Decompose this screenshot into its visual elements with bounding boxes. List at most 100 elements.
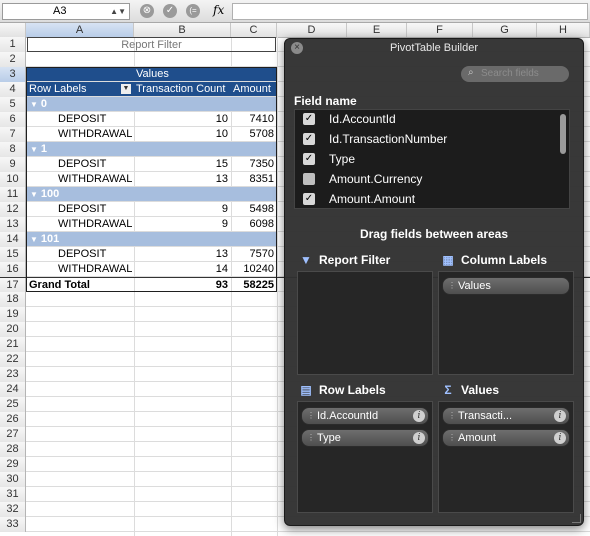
field-search-input[interactable]: ⌕ Search fields (461, 66, 569, 82)
field-item[interactable]: ✓ Id.AccountId (295, 110, 553, 130)
field-list[interactable]: ✓ Id.AccountId ✓ Id.TransactionNumber ✓ Type A… (294, 109, 570, 209)
pivot-corner-cell[interactable] (27, 67, 134, 81)
group-row-label[interactable]: ▼ 1 (27, 142, 277, 156)
item-amount[interactable]: 7410 (231, 112, 274, 126)
col-header-d[interactable]: D (277, 23, 347, 37)
collapse-triangle-icon[interactable]: ▼ (30, 235, 38, 244)
item-amount[interactable]: 6098 (231, 217, 274, 231)
info-icon[interactable]: i (554, 410, 566, 422)
name-box[interactable]: A3 ▲▼ (2, 3, 130, 20)
item-count[interactable]: 13 (134, 172, 228, 186)
fx-icon[interactable]: fx (213, 3, 224, 17)
row-header[interactable]: 24 (0, 382, 26, 397)
row-header[interactable]: 25 (0, 397, 26, 412)
row-header[interactable]: 16 (0, 262, 26, 277)
col-header-c[interactable]: C (231, 23, 277, 37)
column-label-chip[interactable]: ⋮ Values (442, 277, 570, 295)
item-amount[interactable]: 10240 (231, 262, 274, 276)
item-amount[interactable]: 7570 (231, 247, 274, 261)
row-label-chip[interactable]: ⋮ Id.AccountId i (301, 407, 429, 425)
col-header-e[interactable]: E (347, 23, 407, 37)
item-label[interactable]: DEPOSIT (58, 112, 134, 126)
item-count[interactable]: 10 (134, 112, 228, 126)
field-list-scrollbar[interactable] (560, 114, 566, 154)
values-area[interactable]: ⋮ Transacti... i ⋮ Amount i (438, 401, 574, 513)
report-filter-cell[interactable]: Report Filter (27, 37, 276, 52)
row-header[interactable]: 27 (0, 427, 26, 442)
row-header[interactable]: 30 (0, 472, 26, 487)
row-header[interactable]: 5 (0, 97, 26, 112)
col-header-b[interactable]: B (134, 23, 231, 37)
row-header[interactable]: 1 (0, 37, 26, 52)
amount-header[interactable]: Amount (231, 82, 277, 96)
field-checkbox[interactable] (303, 173, 315, 185)
grip-icon[interactable]: ⋮ (448, 430, 456, 446)
row-header[interactable]: 14 (0, 232, 26, 247)
row-header[interactable]: 17 (0, 278, 26, 293)
row-header[interactable]: 23 (0, 367, 26, 382)
item-amount[interactable]: 5498 (231, 202, 274, 216)
collapse-triangle-icon[interactable]: ▼ (30, 145, 38, 154)
field-checkbox[interactable]: ✓ (303, 113, 315, 125)
group-row-label[interactable]: ▼ 0 (27, 97, 277, 111)
row-header[interactable]: 13 (0, 217, 26, 232)
row-header[interactable]: 3 (0, 67, 26, 82)
item-label[interactable]: DEPOSIT (58, 247, 134, 261)
row-header[interactable]: 8 (0, 142, 26, 157)
row-labels-area[interactable]: ⋮ Id.AccountId i ⋮ Type i (297, 401, 433, 513)
column-labels-area[interactable]: ⋮ Values (438, 271, 574, 375)
field-item[interactable]: Amount.Currency (295, 170, 553, 190)
row-label-chip[interactable]: ⋮ Type i (301, 429, 429, 447)
row-header[interactable]: 33 (0, 517, 26, 532)
item-amount[interactable]: 7350 (231, 157, 274, 171)
grand-total-label[interactable]: Grand Total (29, 278, 134, 292)
row-header[interactable]: 26 (0, 412, 26, 427)
col-header-h[interactable]: H (537, 23, 590, 37)
item-amount[interactable]: 5708 (231, 127, 274, 141)
name-box-dropdown-icon[interactable]: ▲▼ (110, 4, 126, 19)
field-checkbox[interactable]: ✓ (303, 133, 315, 145)
field-checkbox[interactable]: ✓ (303, 153, 315, 165)
collapse-triangle-icon[interactable]: ▼ (30, 190, 38, 199)
field-item[interactable]: ✓ Id.TransactionNumber (295, 130, 553, 150)
row-header[interactable]: 6 (0, 112, 26, 127)
row-header[interactable]: 19 (0, 307, 26, 322)
formula-input[interactable] (232, 3, 588, 20)
row-header[interactable]: 15 (0, 247, 26, 262)
row-header[interactable]: 32 (0, 502, 26, 517)
col-header-g[interactable]: G (473, 23, 537, 37)
row-header[interactable]: 31 (0, 487, 26, 502)
collapse-triangle-icon[interactable]: ▼ (30, 100, 38, 109)
group-row-label[interactable]: ▼ 100 (27, 187, 277, 201)
group-row-label[interactable]: ▼ 101 (27, 232, 277, 246)
item-count[interactable]: 14 (134, 262, 228, 276)
item-label[interactable]: WITHDRAWAL (58, 127, 134, 141)
item-count[interactable]: 13 (134, 247, 228, 261)
enter-formula-icon[interactable]: ✓ (163, 4, 177, 18)
values-header[interactable]: Values (134, 67, 277, 81)
row-header[interactable]: 22 (0, 352, 26, 367)
grand-total-amount[interactable]: 58225 (231, 278, 274, 292)
select-all-corner[interactable] (0, 23, 26, 37)
row-header[interactable]: 11 (0, 187, 26, 202)
col-header-f[interactable]: F (407, 23, 473, 37)
row-labels-header[interactable]: Row Labels ▼ (27, 82, 134, 96)
value-chip[interactable]: ⋮ Amount i (442, 429, 570, 447)
field-checkbox[interactable]: ✓ (303, 193, 315, 205)
item-label[interactable]: DEPOSIT (58, 202, 134, 216)
col-header-a[interactable]: A (26, 23, 134, 37)
formula-bracket-icon[interactable]: (= (186, 4, 200, 18)
item-count[interactable]: 9 (134, 217, 228, 231)
info-icon[interactable]: i (413, 410, 425, 422)
item-count[interactable]: 9 (134, 202, 228, 216)
row-header[interactable]: 9 (0, 157, 26, 172)
item-label[interactable]: DEPOSIT (58, 157, 134, 171)
row-header[interactable]: 21 (0, 337, 26, 352)
row-header[interactable]: 10 (0, 172, 26, 187)
value-chip[interactable]: ⋮ Transacti... i (442, 407, 570, 425)
transaction-count-header[interactable]: Transaction Count (134, 82, 231, 96)
row-header[interactable]: 20 (0, 322, 26, 337)
row-header[interactable]: 4 (0, 82, 26, 97)
grand-total-count[interactable]: 93 (134, 278, 228, 292)
grip-icon[interactable]: ⋮ (448, 408, 456, 424)
